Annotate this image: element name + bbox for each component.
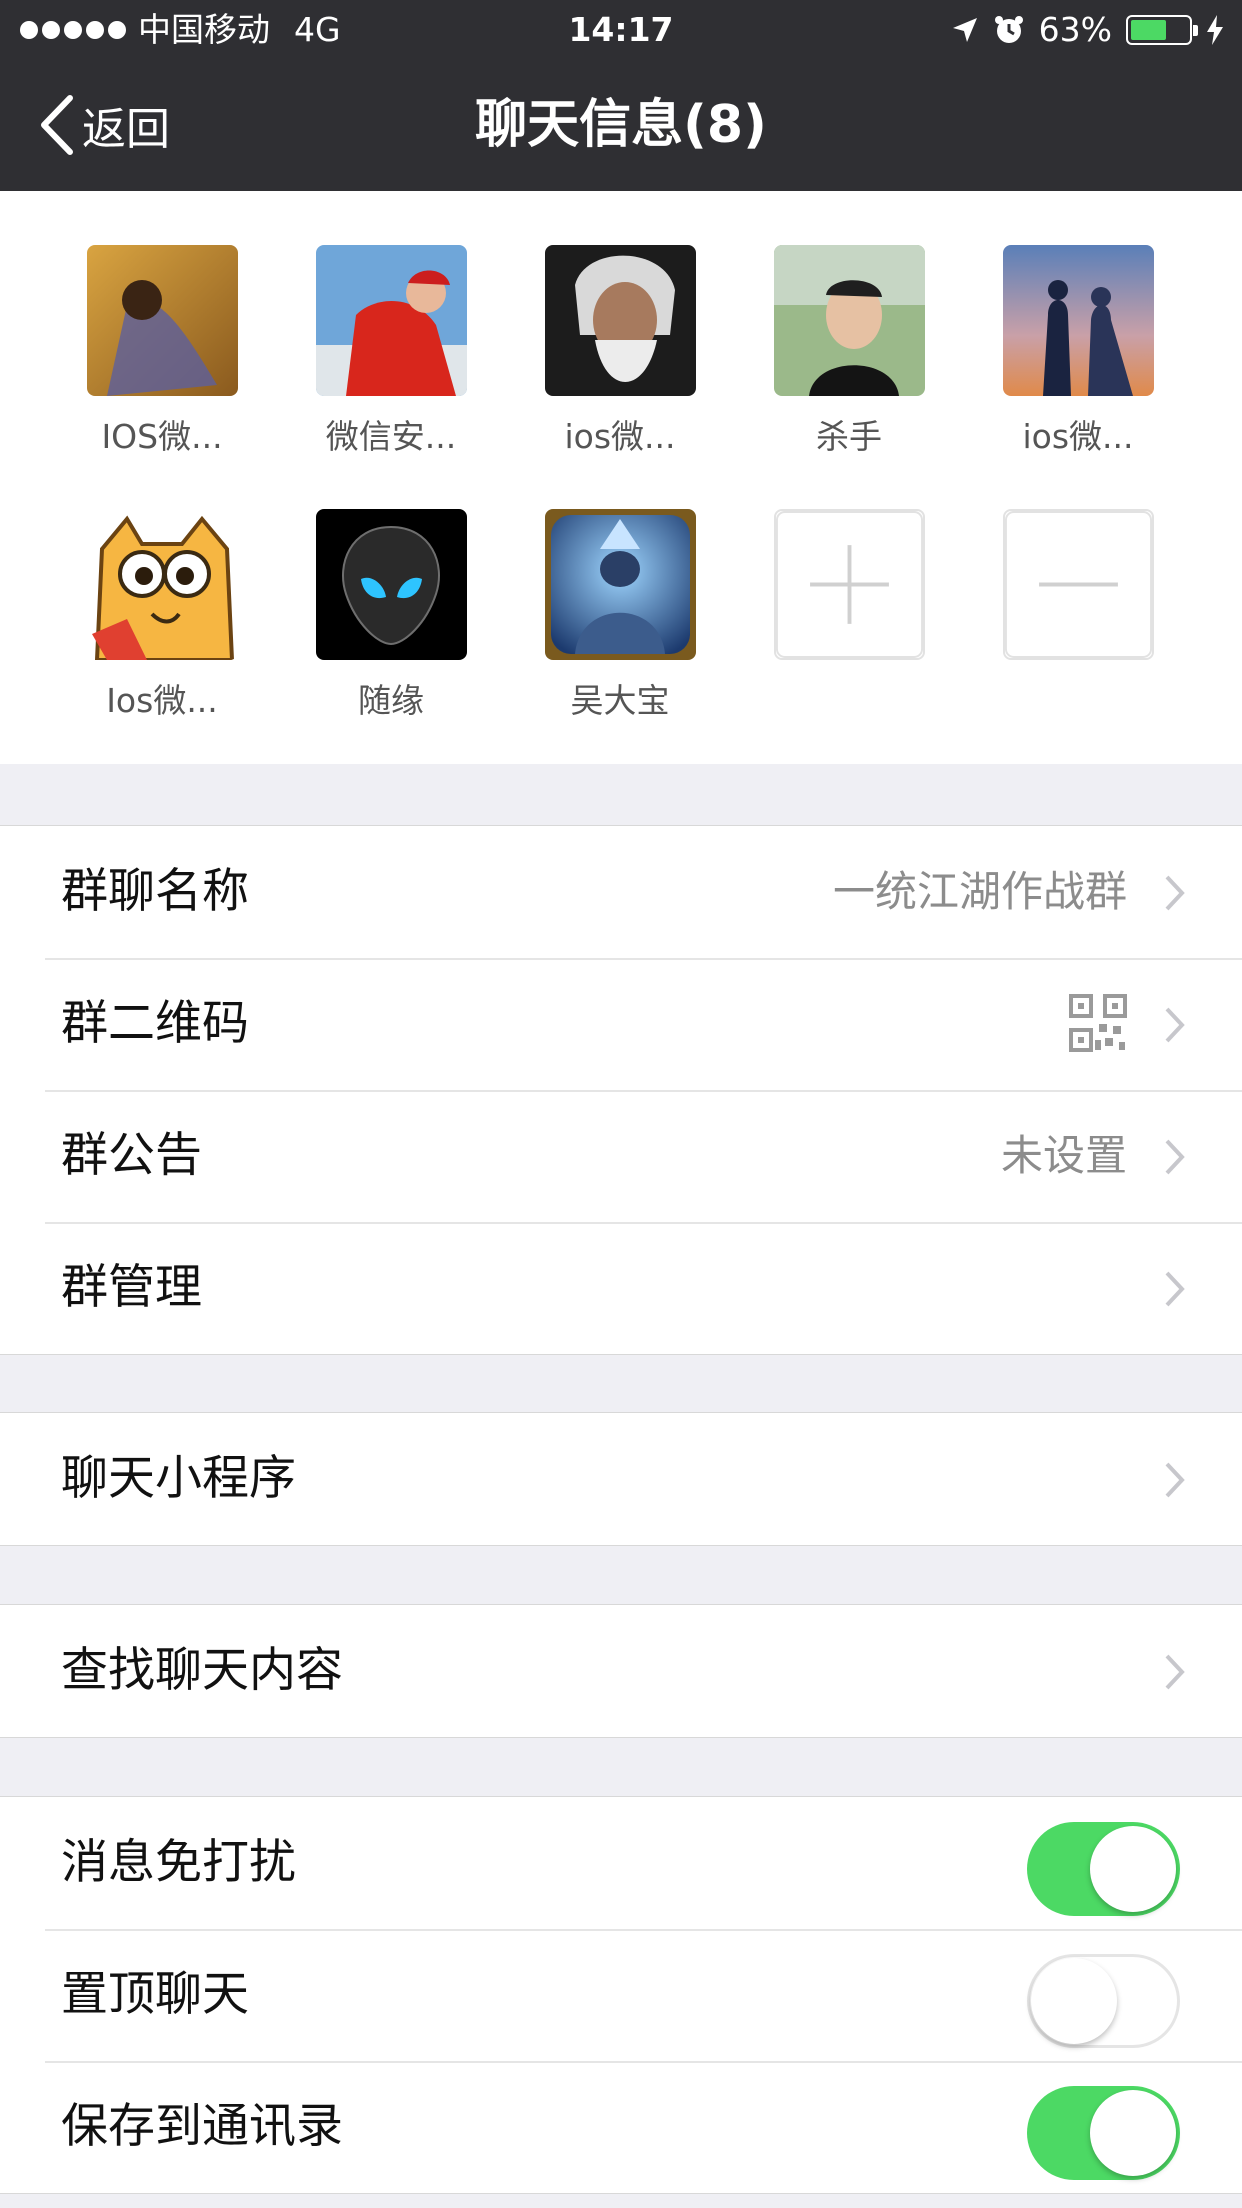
add-member-button[interactable] bbox=[734, 509, 964, 660]
member-item[interactable]: IOS微... bbox=[47, 245, 277, 458]
chevron-right-icon bbox=[1165, 1139, 1185, 1175]
navigation-bar: 返回 聊天信息(8) bbox=[0, 60, 1242, 191]
chevron-right-icon bbox=[1165, 875, 1185, 911]
member-item[interactable]: ios微... bbox=[963, 245, 1193, 458]
chevron-right-icon bbox=[1165, 1462, 1185, 1498]
member-name: 随缘 bbox=[358, 681, 424, 720]
member-name: 吴大宝 bbox=[570, 681, 670, 720]
group-name-value: 一统江湖作战群 bbox=[832, 867, 1127, 916]
battery-icon bbox=[1126, 15, 1198, 45]
qr-code-icon bbox=[1069, 994, 1127, 1052]
member-name: ios微... bbox=[564, 417, 676, 456]
save-to-contacts-label: 保存到通讯录 bbox=[61, 2099, 343, 2154]
member-avatar bbox=[544, 245, 696, 396]
member-item[interactable]: Ios微... bbox=[47, 509, 277, 722]
minus-icon bbox=[1002, 509, 1154, 660]
group-qrcode-label: 群二维码 bbox=[61, 996, 249, 1051]
member-avatar bbox=[315, 509, 467, 660]
member-avatar bbox=[315, 245, 467, 396]
group-manage-cell[interactable]: 群管理 bbox=[0, 1222, 1242, 1354]
battery-fill bbox=[1131, 20, 1167, 40]
chevron-right-icon bbox=[1165, 1007, 1185, 1043]
pin-chat-toggle[interactable] bbox=[1027, 1954, 1180, 2048]
mute-notifications-toggle[interactable] bbox=[1027, 1822, 1180, 1916]
member-item[interactable]: 杀手 bbox=[734, 245, 964, 458]
toggles-section: 消息免打扰 置顶聊天 保存到通讯录 bbox=[0, 1796, 1242, 2194]
search-section: 查找聊天内容 bbox=[0, 1604, 1242, 1738]
search-chat-cell[interactable]: 查找聊天内容 bbox=[0, 1605, 1242, 1737]
remove-member-button[interactable] bbox=[963, 509, 1193, 660]
status-bar: 中国移动 4G 14:17 63% bbox=[0, 0, 1242, 60]
member-name: 杀手 bbox=[816, 417, 882, 456]
group-name-cell[interactable]: 群聊名称 一统江湖作战群 bbox=[0, 826, 1242, 958]
plus-icon bbox=[773, 509, 925, 660]
save-to-contacts-toggle[interactable] bbox=[1027, 2086, 1180, 2180]
alarm-clock-icon bbox=[994, 16, 1023, 43]
group-notice-cell[interactable]: 群公告 未设置 bbox=[0, 1090, 1242, 1222]
mini-programs-section: 聊天小程序 bbox=[0, 1412, 1242, 1546]
save-to-contacts-cell: 保存到通讯录 bbox=[0, 2061, 1242, 2193]
member-avatar bbox=[86, 509, 238, 660]
member-name: 微信安... bbox=[325, 417, 457, 456]
member-name: Ios微... bbox=[106, 681, 218, 720]
mute-notifications-label: 消息免打扰 bbox=[61, 1835, 296, 1890]
charging-bolt-icon bbox=[1207, 15, 1223, 45]
group-settings-section: 群聊名称 一统江湖作战群 群二维码 群公告 未设置 群管理 bbox=[0, 825, 1242, 1355]
member-grid: IOS微... 微信安... ios微... 杀手 ios微... Ios微..… bbox=[0, 191, 1242, 764]
group-notice-label: 群公告 bbox=[61, 1128, 202, 1183]
member-item[interactable]: 吴大宝 bbox=[505, 509, 735, 722]
pin-chat-label: 置顶聊天 bbox=[61, 1967, 249, 2022]
mini-programs-label: 聊天小程序 bbox=[61, 1451, 296, 1506]
group-name-label: 群聊名称 bbox=[61, 864, 249, 919]
search-chat-label: 查找聊天内容 bbox=[61, 1643, 343, 1698]
top-bar: 中国移动 4G 14:17 63% 返回 聊天信息(8) bbox=[0, 0, 1242, 191]
chevron-right-icon bbox=[1165, 1271, 1185, 1307]
member-avatar bbox=[773, 245, 925, 396]
chevron-right-icon bbox=[1165, 1654, 1185, 1690]
group-notice-value: 未设置 bbox=[1000, 1131, 1127, 1180]
page-title: 聊天信息(8) bbox=[475, 95, 767, 155]
member-avatar bbox=[544, 509, 696, 660]
member-item[interactable]: ios微... bbox=[505, 245, 735, 458]
mute-notifications-cell: 消息免打扰 bbox=[0, 1797, 1242, 1929]
group-manage-label: 群管理 bbox=[61, 1260, 202, 1315]
member-avatar bbox=[1002, 245, 1154, 396]
member-name: ios微... bbox=[1022, 417, 1134, 456]
status-right: 63% bbox=[951, 0, 1224, 60]
location-arrow-icon bbox=[952, 18, 977, 42]
group-qrcode-cell[interactable]: 群二维码 bbox=[0, 958, 1242, 1090]
member-item[interactable]: 微信安... bbox=[276, 245, 506, 458]
pin-chat-cell: 置顶聊天 bbox=[0, 1929, 1242, 2061]
battery-percent: 63% bbox=[1038, 10, 1112, 49]
mini-programs-cell[interactable]: 聊天小程序 bbox=[0, 1413, 1242, 1545]
member-name: IOS微... bbox=[101, 417, 223, 456]
member-item[interactable]: 随缘 bbox=[276, 509, 506, 722]
chat-info-screen: 中国移动 4G 14:17 63% 返回 聊天信息(8) IOS微... 微信安… bbox=[0, 0, 1242, 2208]
member-avatar bbox=[86, 245, 238, 396]
